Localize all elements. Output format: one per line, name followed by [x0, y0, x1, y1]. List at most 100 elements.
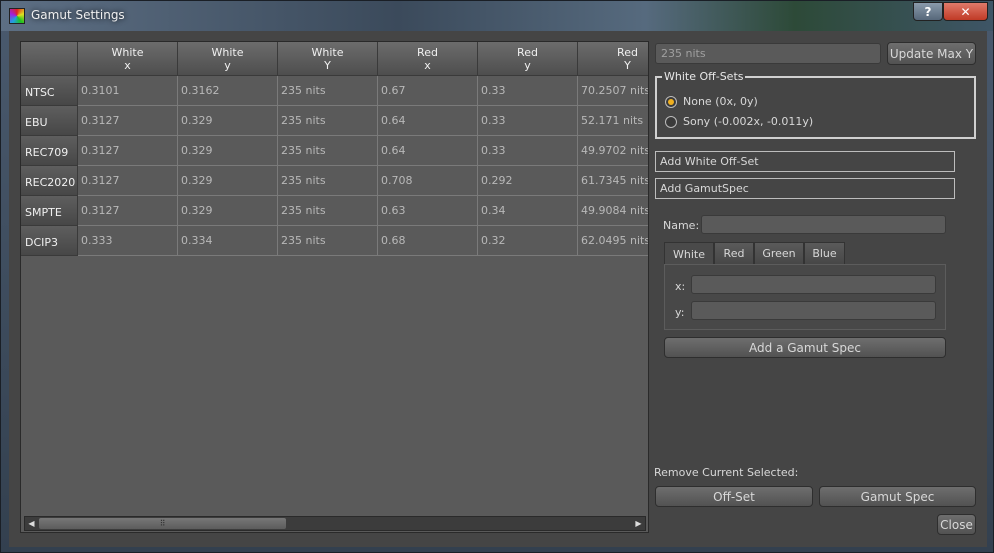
- table-cell[interactable]: 0.63: [378, 196, 478, 226]
- table-cell[interactable]: 0.329: [178, 166, 278, 196]
- gamut-settings-window: Gamut Settings ? ✕ White x White y White Y Red…: [0, 0, 994, 553]
- table-cell[interactable]: 0.33: [478, 76, 578, 106]
- row-header[interactable]: EBU: [21, 106, 78, 136]
- column-header[interactable]: White y: [178, 42, 278, 76]
- table-cell[interactable]: 61.7345 nits: [578, 166, 648, 196]
- table-cell[interactable]: 0.292: [478, 166, 578, 196]
- client-area: White x White y White Y Red x Red y Red Y NTSC 0.3101…: [9, 31, 987, 547]
- scroll-left-icon[interactable]: ◀: [25, 517, 38, 530]
- close-button[interactable]: Close: [937, 514, 976, 535]
- gamut-table[interactable]: White x White y White Y Red x Red y Red Y NTSC 0.3101…: [20, 41, 649, 533]
- table-cell[interactable]: 0.329: [178, 106, 278, 136]
- table-cell[interactable]: 0.33: [478, 106, 578, 136]
- table-cell[interactable]: 235 nits: [278, 136, 378, 166]
- table-cell[interactable]: 0.3127: [78, 136, 178, 166]
- name-label: Name:: [663, 219, 700, 232]
- scrollbar-thumb[interactable]: ⠿: [39, 518, 286, 529]
- table-cell[interactable]: 0.708: [378, 166, 478, 196]
- column-header-line1: Red: [417, 46, 438, 59]
- column-header[interactable]: White x: [78, 42, 178, 76]
- table-cell[interactable]: 235 nits: [278, 76, 378, 106]
- column-header-line2: Y: [324, 59, 331, 72]
- table-cell[interactable]: 0.68: [378, 226, 478, 256]
- offset-option-label: Sony (-0.002x, -0.011y): [683, 115, 814, 128]
- table-cell[interactable]: 0.333: [78, 226, 178, 256]
- table-cell[interactable]: 0.33: [478, 136, 578, 166]
- table-cell[interactable]: 0.64: [378, 106, 478, 136]
- column-header-line2: Y: [624, 59, 631, 72]
- y-label: y:: [675, 306, 685, 319]
- table-cell[interactable]: 0.329: [178, 136, 278, 166]
- column-header-line1: Red: [517, 46, 538, 59]
- row-header[interactable]: REC2020: [21, 166, 78, 196]
- table-cell[interactable]: 235 nits: [278, 196, 378, 226]
- tab-green[interactable]: Green: [754, 242, 804, 264]
- table-cell[interactable]: 62.0495 nits: [578, 226, 648, 256]
- update-max-y-button[interactable]: Update Max Y: [887, 42, 976, 65]
- row-header[interactable]: DCIP3: [21, 226, 78, 256]
- scroll-right-icon[interactable]: ▶: [632, 517, 645, 530]
- x-label: x:: [675, 280, 686, 293]
- remove-gamut-spec-button[interactable]: Gamut Spec: [819, 486, 976, 507]
- column-header[interactable]: White Y: [278, 42, 378, 76]
- table-cell[interactable]: 0.3127: [78, 106, 178, 136]
- radio-selected-icon[interactable]: [665, 95, 677, 108]
- radio-unselected-icon[interactable]: [665, 115, 677, 128]
- table-cell[interactable]: 49.9702 nits: [578, 136, 648, 166]
- column-header[interactable]: Red x: [378, 42, 478, 76]
- table-cell[interactable]: 0.3127: [78, 196, 178, 226]
- table-cell[interactable]: 0.3101: [78, 76, 178, 106]
- table-cell[interactable]: 235 nits: [278, 226, 378, 256]
- row-header[interactable]: NTSC: [21, 76, 78, 106]
- grip-icon: ⠿: [159, 519, 166, 528]
- window-close-button[interactable]: ✕: [943, 2, 988, 21]
- column-header-line2: y: [224, 59, 231, 72]
- table-cell[interactable]: 0.32: [478, 226, 578, 256]
- window-title: Gamut Settings: [31, 8, 125, 22]
- table-cell[interactable]: 0.3162: [178, 76, 278, 106]
- horizontal-scrollbar[interactable]: ◀ ⠿ ▶: [24, 516, 646, 531]
- table-cell[interactable]: 0.64: [378, 136, 478, 166]
- add-gamut-spec-button[interactable]: Add a Gamut Spec: [664, 337, 946, 358]
- table-cell[interactable]: 0.329: [178, 196, 278, 226]
- table-cell[interactable]: 0.334: [178, 226, 278, 256]
- add-white-offset-header[interactable]: Add White Off-Set: [655, 151, 955, 172]
- remove-offset-button[interactable]: Off-Set: [655, 486, 813, 507]
- column-header[interactable]: Red Y: [578, 42, 648, 76]
- row-header[interactable]: REC709: [21, 136, 78, 166]
- table-cell[interactable]: 235 nits: [278, 166, 378, 196]
- tab-white[interactable]: White: [664, 242, 714, 265]
- tab-red[interactable]: Red: [714, 242, 754, 264]
- table-corner[interactable]: [21, 42, 78, 76]
- column-header-line1: White: [211, 46, 244, 59]
- table-cell[interactable]: 70.2507 nits: [578, 76, 648, 106]
- max-y-field[interactable]: 235 nits: [655, 43, 881, 64]
- table-cell[interactable]: 52.171 nits: [578, 106, 648, 136]
- white-offsets-group: White Off-Sets None (0x, 0y) Sony (-0.00…: [655, 70, 976, 139]
- y-input[interactable]: [691, 301, 936, 320]
- column-header[interactable]: Red y: [478, 42, 578, 76]
- column-header-line2: y: [524, 59, 531, 72]
- title-bar[interactable]: Gamut Settings ? ✕: [1, 1, 993, 31]
- remove-label: Remove Current Selected:: [654, 466, 799, 479]
- column-header-line1: White: [311, 46, 344, 59]
- table-cell[interactable]: 0.3127: [78, 166, 178, 196]
- white-tab-pane: x: y:: [664, 264, 946, 330]
- offset-option-sony[interactable]: Sony (-0.002x, -0.011y): [665, 115, 813, 128]
- row-header[interactable]: SMPTE: [21, 196, 78, 226]
- table-cell[interactable]: 0.34: [478, 196, 578, 226]
- column-header-line2: x: [124, 59, 131, 72]
- column-header-line1: Red: [617, 46, 638, 59]
- tab-blue[interactable]: Blue: [804, 242, 845, 264]
- help-button[interactable]: ?: [913, 2, 943, 21]
- table-cell[interactable]: 0.67: [378, 76, 478, 106]
- name-input[interactable]: [701, 215, 946, 234]
- table-cell[interactable]: 49.9084 nits: [578, 196, 648, 226]
- table-cell[interactable]: 235 nits: [278, 106, 378, 136]
- x-input[interactable]: [691, 275, 936, 294]
- white-offsets-title: White Off-Sets: [662, 70, 746, 83]
- offset-option-none[interactable]: None (0x, 0y): [665, 95, 758, 108]
- column-header-line2: x: [424, 59, 431, 72]
- column-header-line1: White: [111, 46, 144, 59]
- add-gamut-spec-header[interactable]: Add GamutSpec: [655, 178, 955, 199]
